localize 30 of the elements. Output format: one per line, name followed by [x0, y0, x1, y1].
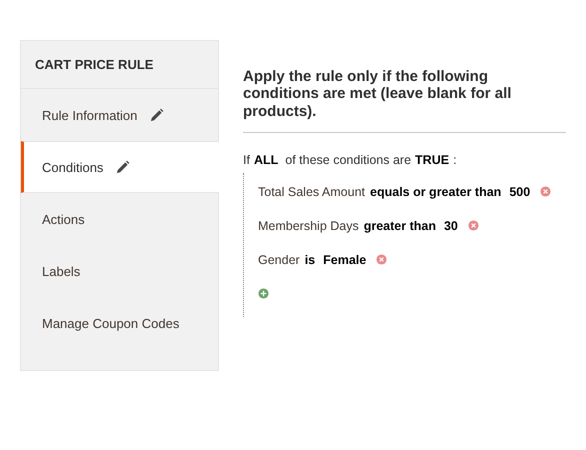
tab-label: Labels [42, 264, 80, 278]
tab-label: Actions [42, 212, 85, 226]
operator-link[interactable]: equals or greater than [370, 184, 502, 199]
value-link[interactable]: TRUE [415, 152, 450, 167]
value-link[interactable]: 500 [509, 184, 530, 199]
section-heading: Apply the rule only if the following conditions are met (leave blank for all products). [243, 68, 566, 133]
sidebar-tab[interactable]: Actions [21, 193, 218, 245]
rule-text: If [243, 152, 250, 167]
condition-attribute: Total Sales Amount [258, 184, 366, 199]
add-icon[interactable] [258, 288, 269, 300]
value-link[interactable]: Female [323, 252, 366, 267]
value-link[interactable]: 30 [444, 218, 458, 233]
tab-label: Manage Coupon Codes [42, 316, 180, 330]
sidebar-tab[interactable]: Rule Information [21, 89, 218, 141]
rule-text: of these conditions are [285, 152, 412, 167]
remove-icon[interactable] [540, 186, 552, 198]
remove-icon[interactable] [468, 220, 479, 232]
tab-label: Rule Information [42, 108, 138, 122]
sidebar-tab[interactable]: Labels [21, 245, 218, 297]
remove-icon[interactable] [376, 254, 388, 266]
sidebar-title: CART PRICE RULE [21, 41, 218, 89]
operator-link[interactable]: is [304, 252, 316, 267]
condition-attribute: Gender [258, 252, 300, 267]
sidebar-tab[interactable]: Manage Coupon Codes [21, 297, 218, 349]
condition-attribute: Membership Days [258, 218, 359, 233]
operator-link[interactable]: greater than [364, 218, 436, 233]
sidebar-tab[interactable]: Conditions [21, 141, 219, 193]
tab-label: Conditions [42, 160, 104, 174]
rule-text: : [453, 152, 457, 167]
aggregator-link[interactable]: ALL [254, 152, 278, 167]
